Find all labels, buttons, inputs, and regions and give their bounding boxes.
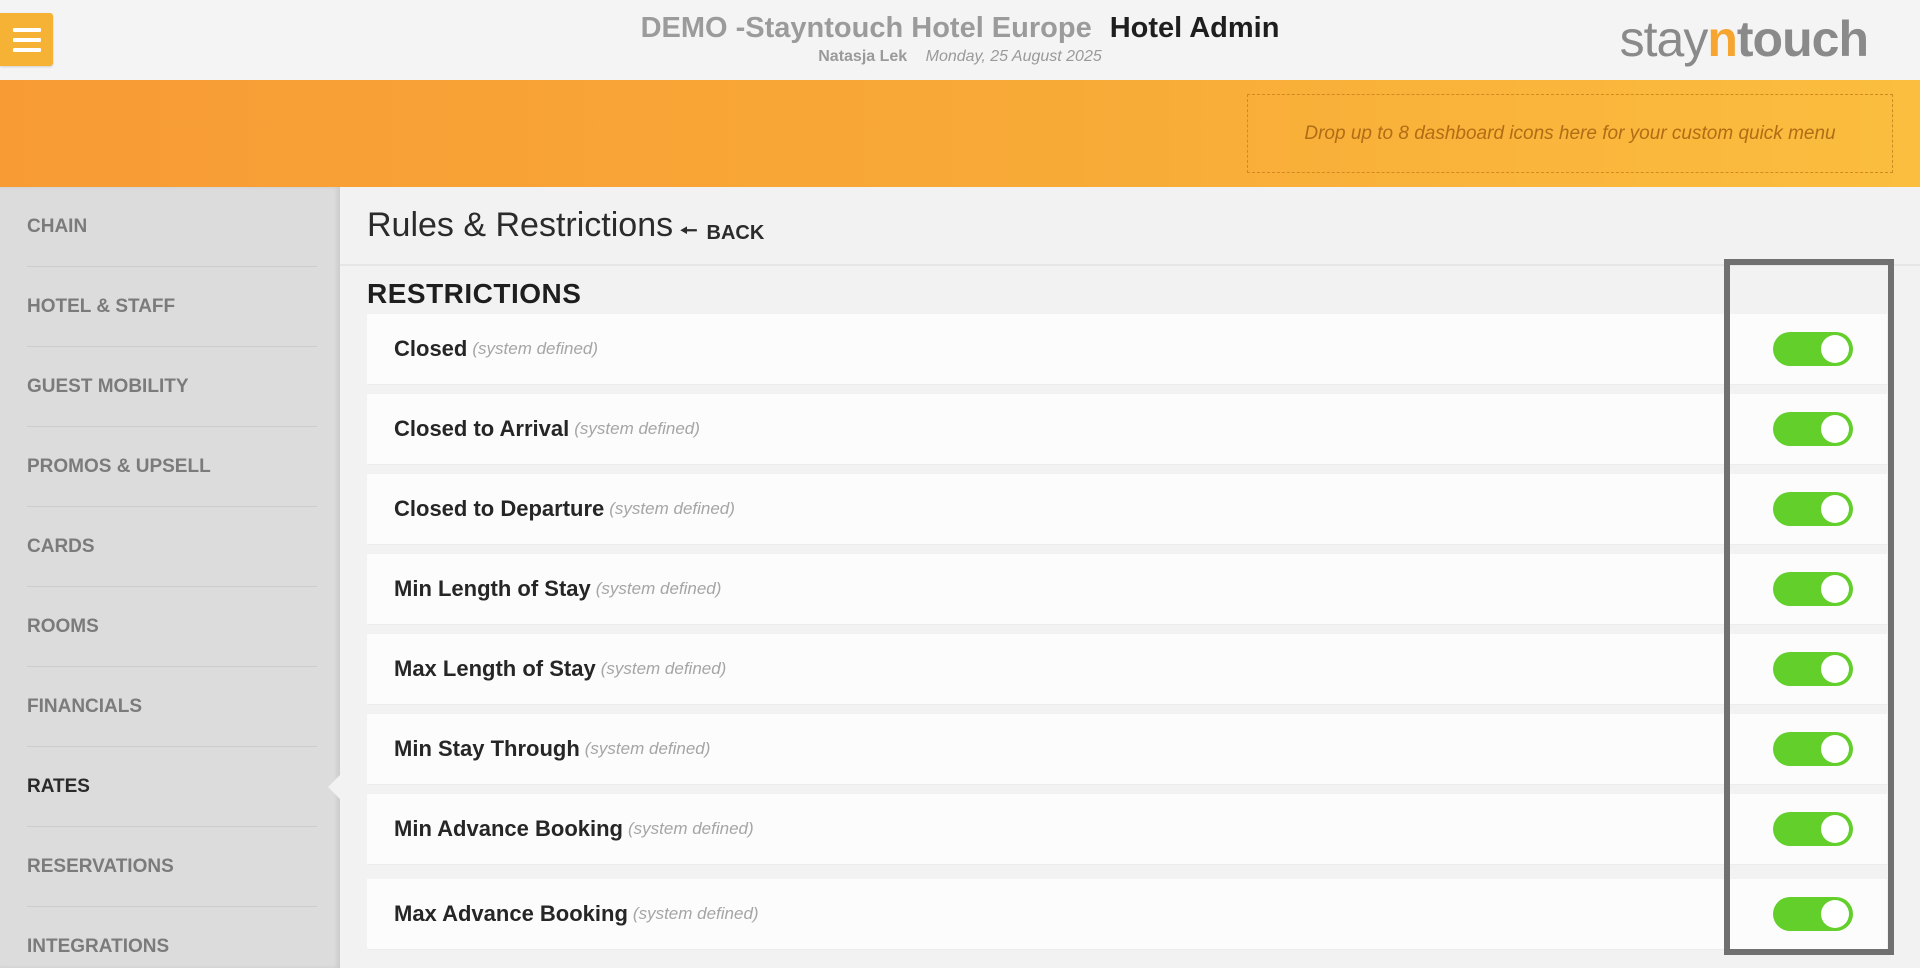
restriction-label: Max Advance Booking	[394, 901, 628, 926]
sidebar: CHAIN HOTEL & STAFF GUEST MOBILITY PROMO…	[0, 187, 341, 968]
sidebar-item-rates[interactable]: RATES	[27, 747, 317, 827]
toggle-knob	[1821, 575, 1849, 603]
toggle-min-stay-through[interactable]	[1773, 732, 1853, 766]
sidebar-item-reservations[interactable]: RESERVATIONS	[27, 827, 317, 907]
sidebar-item-hotel-staff[interactable]: HOTEL & STAFF	[27, 267, 317, 347]
restriction-note: (system defined)	[627, 819, 754, 838]
toggle-knob	[1821, 415, 1849, 443]
toggle-knob	[1821, 495, 1849, 523]
restriction-label: Min Advance Booking	[394, 816, 623, 841]
current-date: Monday, 25 August 2025	[925, 48, 1102, 65]
sidebar-item-integrations[interactable]: INTEGRATIONS	[27, 907, 317, 968]
sidebar-item-chain[interactable]: CHAIN	[27, 187, 317, 267]
page-title: Rules & Restrictions	[367, 206, 674, 244]
quick-menu-dropzone[interactable]: Drop up to 8 dashboard icons here for yo…	[1247, 94, 1893, 173]
toggle-max-length-of-stay[interactable]	[1773, 652, 1853, 686]
toggle-closed[interactable]	[1773, 332, 1853, 366]
app-name: Hotel Admin	[1109, 12, 1280, 44]
toggle-min-advance-booking[interactable]	[1773, 812, 1853, 846]
restriction-note: (system defined)	[584, 739, 711, 758]
user-name: Natasja Lek	[818, 48, 908, 65]
restriction-row: Closed (system defined)	[367, 314, 1887, 384]
back-label: BACK	[706, 221, 765, 244]
restriction-row: Closed to Departure (system defined)	[367, 474, 1887, 544]
top-header: DEMO -Stayntouch Hotel Europe Hotel Admin…	[0, 0, 1920, 80]
restriction-row: Min Advance Booking (system defined)	[367, 794, 1887, 864]
arrow-left-icon: 🠔	[680, 220, 698, 242]
restriction-row: Max Advance Booking (system defined)	[367, 879, 1887, 949]
toggle-knob	[1821, 815, 1849, 843]
restriction-note: (system defined)	[472, 339, 599, 358]
sidebar-item-rooms[interactable]: ROOMS	[27, 587, 317, 667]
stayntouch-logo: stayntouch	[1619, 11, 1869, 67]
restriction-row: Min Length of Stay (system defined)	[367, 554, 1887, 624]
toggle-knob	[1821, 900, 1849, 928]
sidebar-item-financials[interactable]: FINANCIALS	[27, 667, 317, 747]
sidebar-item-promos-upsell[interactable]: PROMOS & UPSELL	[27, 427, 317, 507]
restriction-label: Closed to Departure	[394, 496, 605, 521]
restriction-note: (system defined)	[574, 419, 700, 438]
restriction-note: (system defined)	[609, 499, 735, 518]
sidebar-item-guest-mobility[interactable]: GUEST MOBILITY	[27, 347, 317, 427]
toggle-closed-to-arrival[interactable]	[1773, 412, 1853, 446]
sidebar-item-cards[interactable]: CARDS	[27, 507, 317, 587]
toggle-knob	[1821, 735, 1849, 763]
toggle-max-advance-booking[interactable]	[1773, 897, 1853, 931]
toggle-knob	[1821, 335, 1849, 363]
hotel-name: DEMO -Stayntouch Hotel Europe	[640, 12, 1092, 44]
restriction-label: Min Length of Stay	[394, 576, 591, 601]
restriction-note: (system defined)	[600, 659, 727, 678]
section-title: RESTRICTIONS	[367, 278, 582, 309]
restriction-label: Closed to Arrival	[394, 416, 570, 441]
restriction-note: (system defined)	[595, 579, 722, 598]
back-button[interactable]: 🠔 BACK	[680, 216, 764, 250]
toggle-knob	[1821, 655, 1849, 683]
restriction-label: Min Stay Through	[394, 736, 580, 761]
toggle-closed-to-departure[interactable]	[1773, 492, 1853, 526]
title-divider	[340, 264, 1920, 266]
restriction-row: Min Stay Through (system defined)	[367, 714, 1887, 784]
restriction-row: Closed to Arrival (system defined)	[367, 394, 1887, 464]
toggle-min-length-of-stay[interactable]	[1773, 572, 1853, 606]
restriction-label: Closed	[394, 336, 468, 361]
restriction-row: Max Length of Stay (system defined)	[367, 634, 1887, 704]
restriction-label: Max Length of Stay	[394, 656, 596, 681]
quick-menu-banner: Drop up to 8 dashboard icons here for yo…	[0, 80, 1920, 187]
active-item-pointer	[328, 774, 341, 800]
restriction-note: (system defined)	[632, 904, 759, 923]
